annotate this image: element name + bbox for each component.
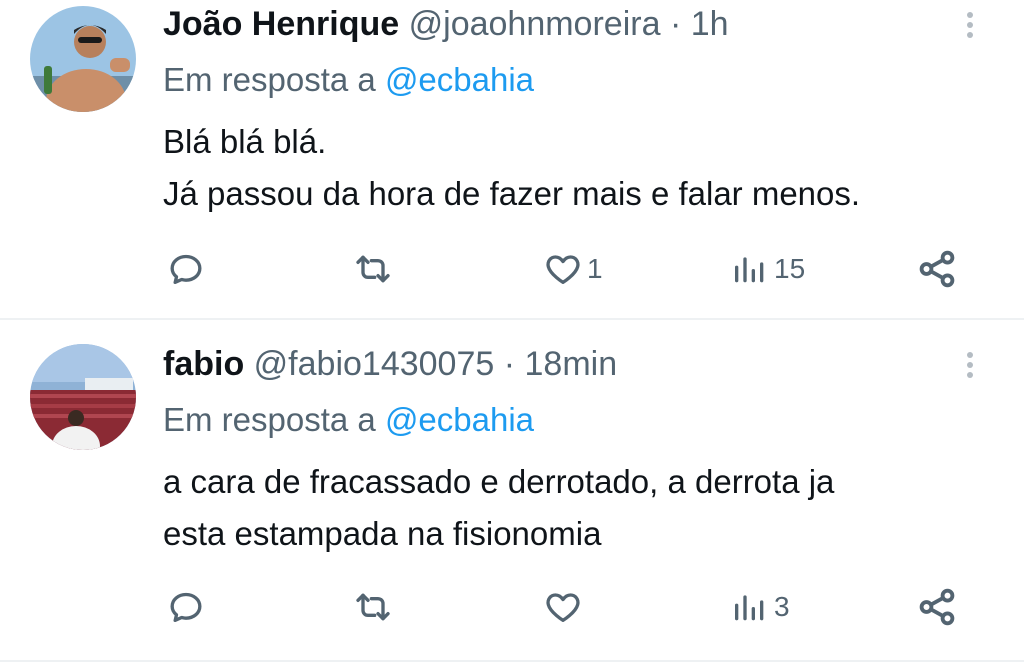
tweet[interactable]: fabio @fabio1430075 · 18min Em resposta … bbox=[0, 320, 1024, 660]
tweet-divider bbox=[0, 660, 1024, 662]
reply-button[interactable] bbox=[166, 582, 206, 632]
views-button[interactable]: 3 bbox=[730, 582, 790, 632]
more-icon[interactable] bbox=[962, 348, 978, 388]
display-name[interactable]: fabio bbox=[163, 345, 244, 383]
more-icon[interactable] bbox=[962, 8, 978, 48]
reply-mention[interactable]: @ecbahia bbox=[385, 401, 534, 438]
share-icon bbox=[919, 250, 955, 288]
action-bar: 3 bbox=[0, 582, 1024, 632]
reply-feed: João Henrique @joaohnmoreira · 1h Em res… bbox=[0, 0, 1024, 666]
views-button[interactable]: 15 bbox=[730, 244, 805, 294]
display-name[interactable]: João Henrique bbox=[163, 5, 399, 43]
timestamp[interactable]: 1h bbox=[691, 5, 729, 43]
handle[interactable]: @fabio1430075 bbox=[254, 345, 495, 383]
views-icon bbox=[735, 257, 764, 283]
tweet-text-line: Já passou da hora de fazer mais e falar … bbox=[163, 175, 861, 212]
reply-context: Em resposta a @ecbahia bbox=[163, 60, 534, 100]
reply-context: Em resposta a @ecbahia bbox=[163, 400, 534, 440]
retweet-icon bbox=[356, 593, 390, 621]
reply-mention[interactable]: @ecbahia bbox=[385, 61, 534, 98]
tweet-text-line: esta estampada na fisionomia bbox=[163, 515, 602, 552]
view-count: 15 bbox=[774, 253, 806, 284]
avatar[interactable] bbox=[30, 344, 136, 450]
share-button[interactable] bbox=[916, 582, 958, 632]
reply-prefix: Em resposta a bbox=[163, 61, 376, 98]
tweet-header: João Henrique @joaohnmoreira · 1h bbox=[163, 4, 729, 44]
tweet-text-line: a cara de fracassado e derrotado, a derr… bbox=[163, 463, 835, 500]
reply-button[interactable] bbox=[166, 244, 206, 294]
reply-icon bbox=[170, 254, 202, 284]
handle[interactable]: @joaohnmoreira bbox=[409, 5, 661, 43]
heart-icon bbox=[546, 593, 580, 622]
heart-icon bbox=[546, 255, 580, 284]
retweet-button[interactable] bbox=[352, 582, 394, 632]
retweet-icon bbox=[356, 255, 390, 283]
like-button[interactable] bbox=[543, 582, 587, 632]
tweet[interactable]: João Henrique @joaohnmoreira · 1h Em res… bbox=[0, 0, 1024, 318]
share-icon bbox=[919, 588, 955, 626]
reply-icon bbox=[170, 592, 202, 622]
like-button[interactable]: 1 bbox=[543, 244, 603, 294]
tweet-header: fabio @fabio1430075 · 18min bbox=[163, 344, 617, 384]
tweet-text: a cara de fracassado e derrotado, a derr… bbox=[163, 456, 993, 560]
tweet-text-line: Blá blá blá. bbox=[163, 123, 327, 160]
tweet-text: Blá blá blá. Já passou da hora de fazer … bbox=[163, 116, 993, 220]
view-count: 3 bbox=[774, 591, 790, 622]
separator: · bbox=[669, 5, 682, 43]
separator: · bbox=[503, 345, 516, 383]
avatar[interactable] bbox=[30, 6, 136, 112]
retweet-button[interactable] bbox=[352, 244, 394, 294]
timestamp[interactable]: 18min bbox=[525, 345, 618, 383]
views-icon bbox=[735, 595, 764, 621]
action-bar: 1 15 bbox=[0, 244, 1024, 294]
like-count: 1 bbox=[587, 253, 603, 284]
reply-prefix: Em resposta a bbox=[163, 401, 376, 438]
share-button[interactable] bbox=[916, 244, 958, 294]
